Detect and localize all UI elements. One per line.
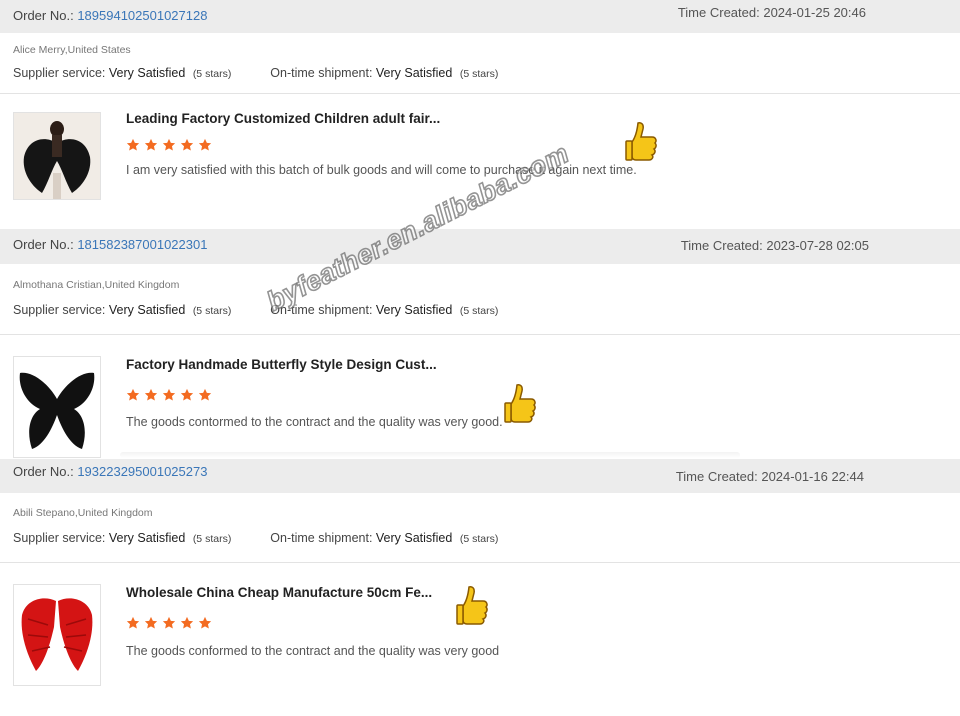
buyer-name: Alice Merry,United States xyxy=(13,44,131,56)
supplier-service-value: Very Satisfied xyxy=(108,531,186,545)
supplier-service-label: Supplier service: xyxy=(13,66,106,80)
thumbs-up-icon xyxy=(504,384,536,423)
time-created-value: 2023-07-28 02:05 xyxy=(766,238,869,253)
supplier-service-label: Supplier service: xyxy=(13,303,106,317)
order-header: Order No.: 189594102501027128 Time Creat… xyxy=(0,0,960,33)
seller-ratings: Supplier service: Very Satisfied (5 star… xyxy=(13,303,498,317)
rating-stars xyxy=(126,616,212,632)
order-no-label: Order No.: xyxy=(13,8,74,23)
buyer-name: Abili Stepano,United Kingdom xyxy=(13,507,153,519)
ontime-shipment-value: Very Satisfied xyxy=(375,531,453,545)
time-created-value: 2024-01-16 22:44 xyxy=(761,469,864,484)
star-icon xyxy=(126,388,140,401)
product-thumbnail[interactable] xyxy=(13,356,101,458)
time-created-value: 2024-01-25 20:46 xyxy=(763,5,866,20)
black-feather-wings-photo-icon xyxy=(14,113,100,199)
review-comment: The goods contormed to the contract and … xyxy=(126,415,503,429)
order-no-label: Order No.: xyxy=(13,237,74,252)
product-title[interactable]: Factory Handmade Butterfly Style Design … xyxy=(126,357,437,372)
seller-ratings: Supplier service: Very Satisfied (5 star… xyxy=(13,531,498,545)
order-number-link[interactable]: 189594102501027128 xyxy=(77,8,207,23)
order-no-label: Order No.: xyxy=(13,464,74,479)
ontime-shipment-label: On-time shipment: xyxy=(270,531,373,545)
shipment-stars-note: (5 stars) xyxy=(459,533,499,545)
supplier-stars-note: (5 stars) xyxy=(192,68,232,80)
rating-stars xyxy=(126,138,212,154)
order-header: Order No.: 193223295001025273 Time Creat… xyxy=(0,459,960,493)
supplier-service-value: Very Satisfied xyxy=(108,66,186,80)
ontime-shipment-value: Very Satisfied xyxy=(375,303,453,317)
order-number-row: Order No.: 193223295001025273 xyxy=(13,464,207,479)
divider xyxy=(0,562,960,563)
star-icon xyxy=(198,138,212,151)
seller-ratings: Supplier service: Very Satisfied (5 star… xyxy=(13,66,498,80)
time-created: Time Created: 2023-07-28 02:05 xyxy=(681,238,869,253)
supplier-stars-note: (5 stars) xyxy=(192,533,232,545)
time-created-label: Time Created: xyxy=(677,5,760,20)
time-created-label: Time Created: xyxy=(680,238,763,253)
star-icon xyxy=(162,388,176,401)
star-icon xyxy=(144,388,158,401)
ontime-shipment-value: Very Satisfied xyxy=(375,66,453,80)
time-created: Time Created: 2024-01-16 22:44 xyxy=(676,469,864,484)
divider xyxy=(0,334,960,335)
supplier-service-label: Supplier service: xyxy=(13,531,106,545)
order-number-row: Order No.: 181582387001022301 xyxy=(13,237,207,252)
order-number-link[interactable]: 181582387001022301 xyxy=(77,237,207,252)
thumbs-up-icon xyxy=(625,122,657,161)
review-page: Order No.: 189594102501027128 Time Creat… xyxy=(0,0,960,716)
product-thumbnail[interactable] xyxy=(13,584,101,686)
star-icon xyxy=(180,388,194,401)
order-number-link[interactable]: 193223295001025273 xyxy=(77,464,207,479)
review-comment: The goods conformed to the contract and … xyxy=(126,644,500,658)
time-created: Time Created: 2024-01-25 20:46 xyxy=(678,5,866,20)
thumbs-up-icon xyxy=(456,586,488,625)
product-title[interactable]: Wholesale China Cheap Manufacture 50cm F… xyxy=(126,585,432,600)
divider xyxy=(0,93,960,94)
star-icon xyxy=(144,138,158,151)
shipment-stars-note: (5 stars) xyxy=(459,68,499,80)
star-icon xyxy=(162,138,176,151)
star-icon xyxy=(126,616,140,629)
rating-stars xyxy=(126,388,212,404)
product-thumbnail[interactable] xyxy=(13,112,101,200)
star-icon xyxy=(162,616,176,629)
buyer-name: Almothana Cristian,United Kingdom xyxy=(13,279,180,291)
star-icon xyxy=(144,616,158,629)
star-icon xyxy=(180,616,194,629)
product-title[interactable]: Leading Factory Customized Children adul… xyxy=(126,111,440,126)
star-icon xyxy=(180,138,194,151)
order-number-row: Order No.: 189594102501027128 xyxy=(13,8,207,23)
supplier-service-value: Very Satisfied xyxy=(108,303,186,317)
ontime-shipment-label: On-time shipment: xyxy=(270,66,373,80)
red-feather-wings-photo-icon xyxy=(14,585,100,685)
star-icon xyxy=(126,138,140,151)
order-header: Order No.: 181582387001022301 Time Creat… xyxy=(0,229,960,264)
star-icon xyxy=(198,616,212,629)
shipment-stars-note: (5 stars) xyxy=(459,305,499,317)
star-icon xyxy=(198,388,212,401)
time-created-label: Time Created: xyxy=(675,469,758,484)
supplier-stars-note: (5 stars) xyxy=(192,305,232,317)
divider xyxy=(120,452,740,458)
black-butterfly-wings-photo-icon xyxy=(14,357,100,457)
